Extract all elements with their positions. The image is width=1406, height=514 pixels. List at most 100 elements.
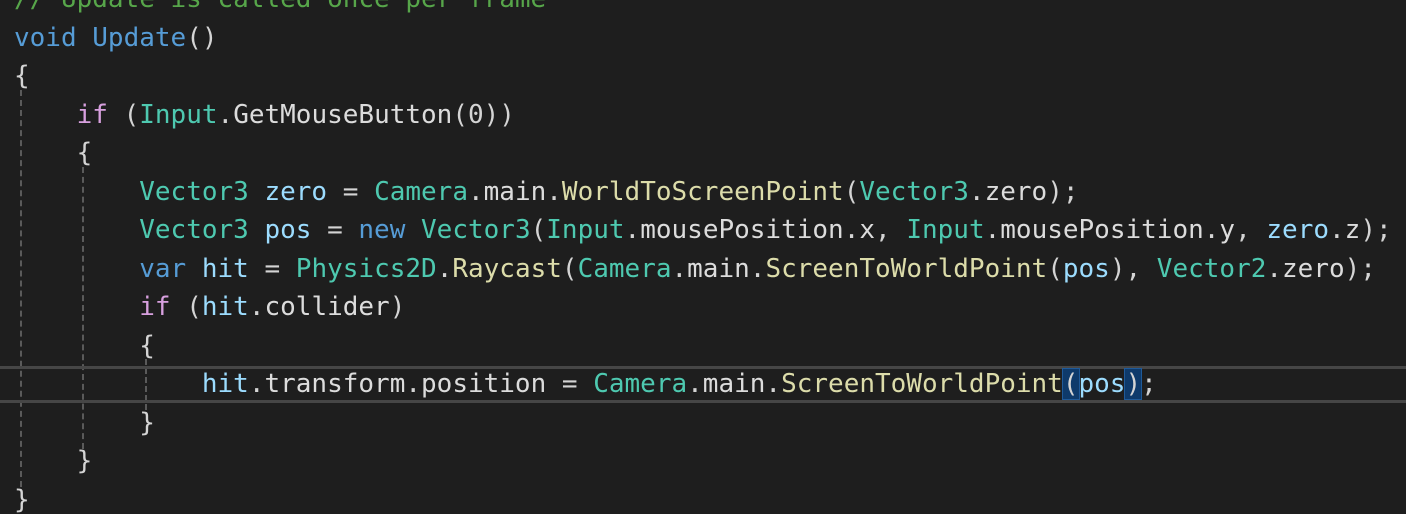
brace-match-highlight: ( — [1061, 368, 1080, 400]
code-token: ScreenToWorldPoint — [781, 369, 1063, 399]
code-token: zero — [264, 176, 328, 207]
code-token: . — [467, 176, 484, 207]
code-line-text[interactable]: { — [14, 327, 155, 365]
code-line-text[interactable]: } — [14, 404, 155, 442]
code-token: zero — [984, 176, 1048, 207]
code-token: z — [1344, 215, 1361, 245]
code-token: ( — [843, 176, 860, 207]
code-token: ( — [561, 253, 578, 284]
code-token: . — [405, 369, 422, 399]
code-token: , — [1235, 215, 1267, 245]
code-token: Physics2D — [295, 253, 437, 284]
code-token: . — [1203, 215, 1220, 245]
code-token: . — [248, 369, 265, 399]
code-token: Vector3 — [421, 215, 531, 245]
code-line-text[interactable]: { — [14, 134, 93, 172]
code-line[interactable]: Vector3 pos = new Vector3(Input.mousePos… — [0, 211, 1406, 249]
code-token: zero — [1282, 253, 1345, 284]
code-token: . — [968, 176, 985, 207]
code-token: Camera — [593, 369, 688, 399]
code-line[interactable]: { — [0, 327, 1406, 365]
code-token: pos — [1078, 369, 1126, 399]
code-line[interactable]: } — [0, 404, 1406, 442]
code-token: . — [624, 215, 641, 245]
code-token: Vector2 — [1156, 253, 1267, 284]
code-token: // Update is called once per frame — [14, 0, 546, 14]
code-line-text[interactable]: } — [14, 442, 93, 480]
code-line-text[interactable]: Vector3 zero = Camera.main.WorldToScreen… — [14, 173, 1079, 211]
code-line-text[interactable]: { — [14, 57, 30, 95]
code-token: main — [702, 369, 766, 399]
code-line[interactable]: hit.transform.position = Camera.main.Scr… — [0, 365, 1406, 403]
code-token: ( — [1047, 253, 1063, 284]
code-token: Vector3 — [139, 215, 249, 245]
code-line[interactable]: if (hit.collider) — [0, 288, 1406, 326]
code-token: ); — [1047, 176, 1079, 207]
code-token: main — [483, 176, 547, 207]
code-line[interactable]: { — [0, 134, 1406, 172]
code-line-text[interactable]: hit.transform.position = Camera.main.Scr… — [14, 365, 1157, 403]
code-token: Input — [906, 215, 985, 245]
code-token: } — [76, 446, 93, 476]
code-token: void — [14, 22, 77, 53]
code-line-text[interactable]: var hit = Physics2D.Raycast(Camera.main.… — [14, 250, 1376, 288]
code-token: if — [139, 292, 171, 322]
code-line-text[interactable]: void Update() — [14, 19, 218, 57]
code-token: . — [1329, 215, 1345, 245]
code-token: new — [358, 215, 406, 245]
code-token: = — [248, 253, 296, 284]
code-token: mousePosition — [640, 215, 844, 245]
code-token: mousePosition — [1000, 215, 1204, 245]
code-token: . — [546, 176, 562, 207]
code-token: . — [248, 292, 265, 322]
code-editor[interactable]: // Update is called once per frame void U… — [0, 0, 1406, 514]
code-token: = — [327, 176, 375, 207]
code-line[interactable]: void Update() — [0, 19, 1406, 57]
code-line[interactable]: Vector3 zero = Camera.main.WorldToScreen… — [0, 173, 1406, 211]
code-token: y — [1219, 215, 1236, 245]
code-token: var — [139, 253, 187, 284]
code-line[interactable]: } — [0, 442, 1406, 480]
code-token: Update — [92, 22, 187, 53]
code-line-text[interactable]: if (hit.collider) — [14, 288, 405, 326]
code-token: pos — [264, 215, 312, 245]
code-token: position — [421, 369, 547, 399]
code-line-text[interactable]: // Update is called once per frame — [14, 0, 546, 18]
code-token: Input — [546, 215, 625, 245]
code-token: = — [311, 215, 359, 245]
code-line-text[interactable]: Vector3 pos = new Vector3(Input.mousePos… — [14, 211, 1391, 249]
code-token: main — [687, 253, 750, 284]
code-line[interactable]: if (Input.GetMouseButton(0)) — [0, 96, 1406, 134]
code-token: . — [984, 215, 1001, 245]
code-token: } — [139, 407, 155, 438]
code-line[interactable]: var hit = Physics2D.Raycast(Camera.main.… — [0, 250, 1406, 288]
code-token: (0)) — [452, 99, 515, 130]
code-line-text[interactable]: } — [14, 481, 30, 514]
code-token: Input — [139, 99, 218, 130]
code-token: . — [217, 99, 234, 130]
code-line[interactable]: } — [0, 481, 1406, 514]
code-token: Vector3 — [859, 176, 969, 207]
code-line-text[interactable]: if (Input.GetMouseButton(0)) — [14, 96, 515, 134]
code-token: hit — [201, 369, 249, 399]
code-line[interactable]: { — [0, 57, 1406, 95]
code-token: ); — [1344, 253, 1376, 284]
code-token: zero — [1266, 215, 1330, 245]
code-token: WorldToScreenPoint — [561, 176, 844, 207]
code-token: . — [436, 253, 453, 284]
code-line[interactable]: // Update is called once per frame — [0, 0, 1406, 18]
code-token: x — [859, 215, 876, 245]
code-token: if — [76, 99, 108, 130]
